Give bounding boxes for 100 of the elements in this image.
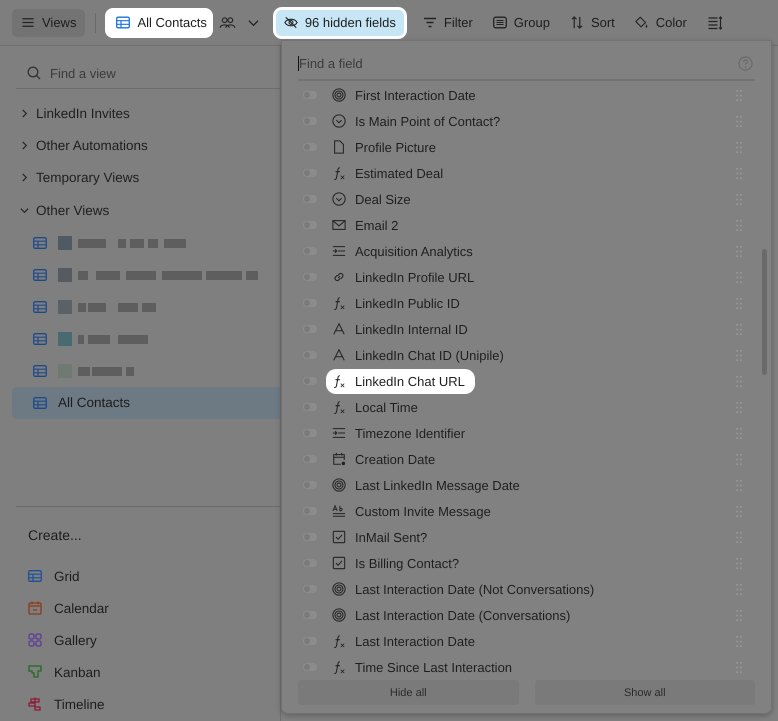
- formula-field-icon: [332, 166, 346, 180]
- grid-icon: [33, 268, 47, 282]
- views-button[interactable]: Views: [12, 8, 86, 36]
- search-icon: [27, 66, 41, 80]
- field-name: LinkedIn Internal ID: [355, 322, 468, 336]
- formula-field-icon: [332, 400, 346, 414]
- drag-handle-icon[interactable]: [735, 88, 743, 102]
- drag-handle-icon[interactable]: [735, 218, 743, 232]
- section-header[interactable]: Other Views: [12, 194, 280, 227]
- create-heading: Create...: [27, 526, 83, 545]
- select-field-icon: [332, 114, 346, 128]
- drag-handle-icon[interactable]: [735, 582, 743, 596]
- create-item[interactable]: Timeline: [16, 688, 280, 720]
- popup-action-button[interactable]: Hide all: [298, 680, 518, 705]
- grid-icon: [33, 236, 47, 250]
- field-name: First Interaction Date: [355, 88, 476, 102]
- field-search-field[interactable]: Find a field: [298, 56, 738, 71]
- chevron-right-icon: [20, 141, 29, 150]
- group-button[interactable]: Group: [486, 8, 558, 36]
- grid-icon: [28, 569, 42, 583]
- create-item[interactable]: Calendar: [16, 592, 280, 624]
- popup-action-button[interactable]: Show all: [534, 680, 755, 705]
- field-name: Last Interaction Date (Not Conversations): [355, 582, 594, 596]
- drag-handle-icon[interactable]: [735, 166, 743, 180]
- target-field-icon: [332, 608, 346, 622]
- drag-handle-icon[interactable]: [735, 348, 743, 362]
- help-icon[interactable]: [738, 56, 753, 71]
- drag-handle-icon[interactable]: [735, 192, 743, 206]
- checkbox-field-icon: [332, 556, 346, 570]
- field-name: Timezone Identifier: [355, 426, 466, 440]
- chevron-right-icon: [20, 108, 29, 118]
- drag-handle-icon[interactable]: [735, 530, 743, 544]
- create-item[interactable]: Gallery: [16, 624, 280, 656]
- paint-bucket-icon: [634, 16, 649, 29]
- calendar-icon: [28, 601, 42, 615]
- drag-handle-icon[interactable]: [735, 270, 743, 284]
- timeline-icon: [28, 697, 42, 711]
- sort-arrows-icon: [570, 16, 584, 29]
- target-field-icon: [332, 478, 346, 492]
- field-name: Time Since Last Interaction: [355, 660, 512, 674]
- field-name: LinkedIn Profile URL: [355, 270, 474, 284]
- drag-handle-icon[interactable]: [735, 374, 743, 388]
- eye-slash-icon: [284, 16, 298, 29]
- formula-field-icon: [332, 660, 346, 674]
- people-icon[interactable]: [218, 16, 236, 30]
- field-name: Estimated Deal: [355, 166, 444, 180]
- filter-button[interactable]: Filter: [416, 8, 481, 36]
- formula-field-icon: [332, 296, 346, 310]
- field-name: Last LinkedIn Message Date: [355, 478, 520, 492]
- field-name: Last Interaction Date: [355, 634, 475, 648]
- drag-handle-icon[interactable]: [735, 426, 743, 440]
- drag-handle-icon[interactable]: [735, 478, 743, 492]
- field-name: Is Billing Contact?: [355, 556, 460, 570]
- field-name: InMail Sent?: [355, 530, 428, 544]
- drag-handle-icon[interactable]: [735, 244, 743, 258]
- field-name: Acquisition Analytics: [355, 244, 473, 258]
- checkbox-field-icon: [332, 530, 346, 544]
- chevron-down-icon: [20, 206, 29, 215]
- drag-handle-icon[interactable]: [735, 634, 743, 648]
- field-name: Local Time: [355, 400, 418, 414]
- field-name: Last Interaction Date (Conversations): [355, 608, 570, 622]
- hidden-fields-button[interactable]: 96 hidden fields: [276, 10, 404, 36]
- view-button[interactable]: All Contacts: [105, 8, 213, 38]
- kanban-icon: [28, 665, 42, 679]
- section-header[interactable]: LinkedIn Invites: [12, 97, 280, 130]
- drag-handle-icon[interactable]: [735, 322, 743, 336]
- link-field-icon: [332, 270, 346, 284]
- field-name: Deal Size: [355, 192, 411, 206]
- create-item[interactable]: Grid: [16, 560, 280, 592]
- drag-handle-icon[interactable]: [735, 660, 743, 674]
- select-field-icon: [332, 192, 346, 206]
- drag-handle-icon[interactable]: [735, 114, 743, 128]
- drag-handle-icon[interactable]: [735, 504, 743, 518]
- drag-handle-icon[interactable]: [735, 296, 743, 310]
- row-height-icon[interactable]: [706, 16, 724, 30]
- grid-icon: [33, 364, 47, 378]
- grid-icon: [116, 16, 130, 29]
- drag-handle-icon[interactable]: [735, 400, 743, 414]
- section-header[interactable]: Other Automations: [12, 129, 280, 162]
- field-name: Email 2: [355, 218, 398, 232]
- view-search-field[interactable]: Find a view: [50, 66, 250, 80]
- color-button[interactable]: Color: [628, 8, 695, 36]
- drag-handle-icon[interactable]: [735, 608, 743, 622]
- create-item[interactable]: Kanban: [16, 656, 280, 688]
- view-item[interactable]: All Contacts: [12, 386, 280, 419]
- drag-handle-icon[interactable]: [735, 452, 743, 466]
- field-name: Profile Picture: [355, 140, 436, 154]
- grid-icon: [33, 332, 47, 346]
- field-name: LinkedIn Chat URL: [355, 374, 465, 388]
- field-name: Custom Invite Message: [355, 504, 491, 518]
- target-field-icon: [332, 88, 346, 102]
- sort-button[interactable]: Sort: [564, 8, 623, 36]
- attachment-field-icon: [332, 140, 346, 154]
- richtext-field-icon: [332, 504, 346, 518]
- lookup-field-icon: [332, 426, 346, 440]
- formula-field-icon: [332, 374, 346, 388]
- drag-handle-icon[interactable]: [735, 556, 743, 570]
- list-box-icon: [492, 16, 507, 29]
- section-header[interactable]: Temporary Views: [12, 162, 280, 194]
- drag-handle-icon[interactable]: [735, 140, 743, 154]
